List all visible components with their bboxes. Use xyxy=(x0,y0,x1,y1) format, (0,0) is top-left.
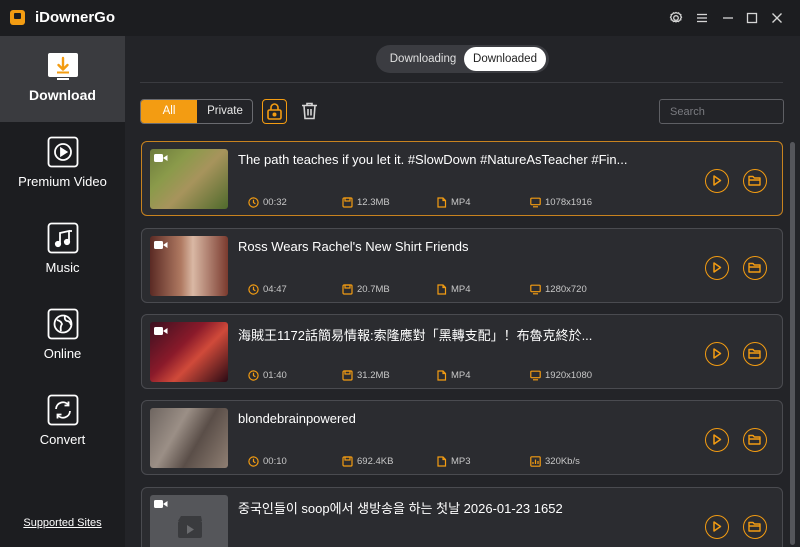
download-icon xyxy=(47,50,79,82)
play-button[interactable] xyxy=(705,342,729,366)
list-item[interactable]: 海賊王1172話簡易情報:索隆應對「黑轉支配」！布魯克終於... 01:40 3… xyxy=(141,314,783,389)
clock-icon xyxy=(248,197,259,208)
sidebar-item-online[interactable]: Online xyxy=(0,294,125,380)
video-camera-icon xyxy=(154,154,168,162)
file-icon xyxy=(437,456,447,467)
tab-downloaded[interactable]: Downloaded xyxy=(464,47,546,71)
sidebar-item-label: Convert xyxy=(39,432,86,447)
item-title: Ross Wears Rachel's New Shirt Friends xyxy=(238,239,469,254)
sidebar-item-convert[interactable]: Convert xyxy=(0,380,125,466)
video-camera-icon xyxy=(154,241,168,249)
video-thumbnail xyxy=(150,322,228,382)
play-button[interactable] xyxy=(705,169,729,193)
list-item[interactable]: Ross Wears Rachel's New Shirt Friends 04… xyxy=(141,228,783,303)
open-folder-button[interactable] xyxy=(743,342,767,366)
monitor-icon xyxy=(530,197,541,208)
list-item[interactable]: blondebrainpowered 00:10 692.4KB MP3 320… xyxy=(141,400,783,475)
filter-segment: All Private xyxy=(140,99,253,124)
filter-private-button[interactable]: Private xyxy=(197,100,252,123)
sidebar-item-label: Premium Video xyxy=(18,174,107,189)
clock-icon xyxy=(248,370,259,381)
play-icon xyxy=(713,262,722,273)
clock-icon xyxy=(248,284,259,295)
disk-icon xyxy=(342,284,353,295)
globe-icon xyxy=(47,308,79,340)
sidebar-item-label: Music xyxy=(45,260,80,275)
download-state-toggle: Downloading Downloaded xyxy=(376,45,549,73)
file-icon xyxy=(437,197,447,208)
play-icon xyxy=(713,434,722,445)
sidebar: Download Premium Video Music Online Conv… xyxy=(0,36,125,547)
video-placeholder-icon xyxy=(178,516,202,538)
convert-icon xyxy=(47,394,79,426)
play-icon xyxy=(47,136,79,168)
menu-icon[interactable] xyxy=(692,8,712,28)
play-icon xyxy=(713,521,722,532)
music-icon xyxy=(47,222,79,254)
header-divider xyxy=(140,82,783,83)
sidebar-item-download[interactable]: Download xyxy=(0,36,125,122)
disk-icon xyxy=(342,197,353,208)
sidebar-item-premium-video[interactable]: Premium Video xyxy=(0,122,125,208)
play-button[interactable] xyxy=(705,428,729,452)
folder-icon xyxy=(748,521,761,532)
sidebar-item-label: Online xyxy=(43,346,82,361)
title-bar: iDownerGo xyxy=(0,0,800,36)
folder-icon xyxy=(748,262,761,273)
close-icon[interactable] xyxy=(767,8,787,28)
clock-icon xyxy=(248,456,259,467)
play-icon xyxy=(713,175,722,186)
play-button[interactable] xyxy=(705,515,729,539)
folder-icon xyxy=(748,175,761,186)
list-item[interactable]: The path teaches if you let it. #SlowDow… xyxy=(141,141,783,216)
scrollbar[interactable] xyxy=(790,142,795,545)
disk-icon xyxy=(342,370,353,381)
trash-icon[interactable] xyxy=(298,99,323,124)
video-thumbnail xyxy=(150,495,228,547)
app-logo-icon xyxy=(10,10,25,25)
item-title: The path teaches if you let it. #SlowDow… xyxy=(238,152,628,167)
video-thumbnail xyxy=(150,149,228,209)
maximize-icon[interactable] xyxy=(742,8,762,28)
sidebar-item-label: Download xyxy=(29,87,96,103)
play-icon xyxy=(713,348,722,359)
minimize-icon[interactable] xyxy=(718,8,738,28)
folder-icon xyxy=(748,348,761,359)
item-title: 海賊王1172話簡易情報:索隆應對「黑轉支配」！布魯克終於... xyxy=(238,328,593,343)
open-folder-button[interactable] xyxy=(743,515,767,539)
file-icon xyxy=(437,370,447,381)
open-folder-button[interactable] xyxy=(743,169,767,193)
file-icon xyxy=(437,284,447,295)
app-title: iDownerGo xyxy=(35,9,116,26)
lock-icon[interactable] xyxy=(262,99,287,124)
video-thumbnail xyxy=(150,408,228,468)
list-item[interactable]: 중국인들이 soop에서 생방송을 하는 첫날 2026-01-23 1652 xyxy=(141,487,783,547)
filter-all-button[interactable]: All xyxy=(141,100,197,123)
play-button[interactable] xyxy=(705,256,729,280)
open-folder-button[interactable] xyxy=(743,256,767,280)
open-folder-button[interactable] xyxy=(743,428,767,452)
item-title: 중국인들이 soop에서 생방송을 하는 첫날 2026-01-23 1652 xyxy=(238,501,563,516)
video-thumbnail xyxy=(150,236,228,296)
monitor-icon xyxy=(530,284,541,295)
video-camera-icon xyxy=(154,500,168,508)
folder-icon xyxy=(748,434,761,445)
bitrate-icon xyxy=(530,456,541,467)
item-title: blondebrainpowered xyxy=(238,411,356,426)
disk-icon xyxy=(342,456,353,467)
search-input[interactable] xyxy=(659,99,784,124)
supported-sites-link[interactable]: Supported Sites xyxy=(0,517,125,529)
video-camera-icon xyxy=(154,327,168,335)
monitor-icon xyxy=(530,370,541,381)
tab-downloading[interactable]: Downloading xyxy=(382,47,464,71)
settings-gear-icon[interactable] xyxy=(666,8,686,28)
sidebar-item-music[interactable]: Music xyxy=(0,208,125,294)
